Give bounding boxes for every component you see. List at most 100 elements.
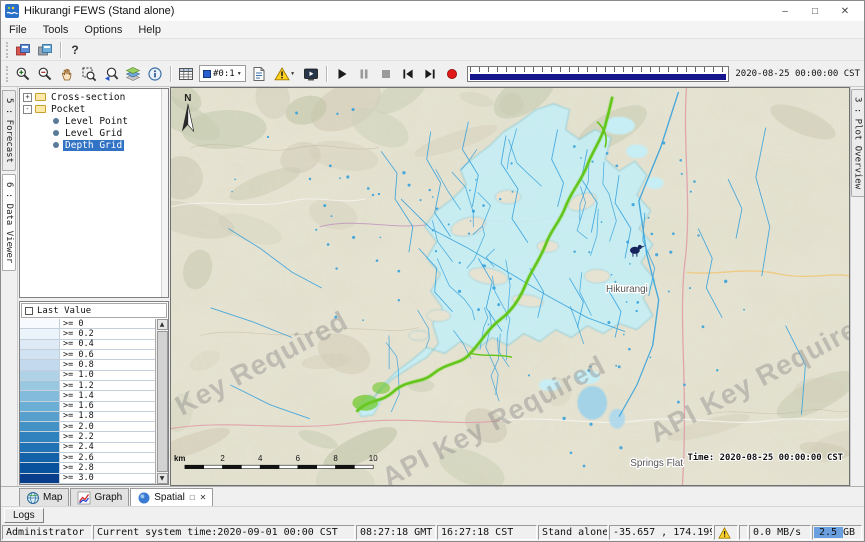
warning-dropdown[interactable]: ▼ [270, 64, 300, 84]
legend-label: >= 1.2 [60, 381, 155, 390]
skip-to-end-icon [422, 66, 438, 82]
close-icon[interactable]: ✕ [830, 1, 860, 21]
display-tabs-bar: Map Graph Spatial □ ✕ [1, 486, 864, 506]
info-button[interactable] [144, 64, 166, 84]
tab-spatial[interactable]: Spatial □ ✕ [130, 488, 213, 506]
legend-label: >= 1.0 [60, 371, 155, 380]
record-button[interactable] [441, 64, 463, 84]
zoom-in-button[interactable] [12, 64, 34, 84]
document-icon [251, 66, 267, 82]
skip-to-start-icon [400, 66, 416, 82]
legend-label: >= 0.6 [60, 350, 155, 359]
menu-help[interactable]: Help [130, 21, 169, 38]
explorer-red-icon [15, 43, 31, 57]
right-tab-strip: 3 : Plot Overview [850, 87, 864, 486]
scale-tick: 6 [296, 454, 301, 463]
legend-label: >= 0.4 [60, 340, 155, 349]
time-slider-ticks [470, 67, 727, 72]
globe-icon [26, 491, 40, 505]
tree-expander-icon[interactable]: - [23, 105, 32, 114]
chevron-down-icon: ▼ [237, 71, 242, 77]
chevron-down-icon: ▼ [290, 71, 295, 77]
step-start-button[interactable] [397, 64, 419, 84]
tree-item-cross-section[interactable]: +Cross-section [20, 91, 161, 103]
legend-swatch [20, 381, 60, 390]
tree-item-level-point[interactable]: Level Point [20, 115, 161, 127]
tab-map[interactable]: Map [19, 488, 69, 506]
stop-button[interactable] [375, 64, 397, 84]
last-value-checkbox[interactable] [25, 307, 33, 315]
tree-item-depth-grid[interactable]: Depth Grid [20, 139, 161, 151]
explorer-window-button[interactable] [12, 40, 34, 60]
status-mode: Stand alone [538, 525, 608, 540]
tree-scrollbar[interactable] [161, 89, 168, 297]
filter-tree-panel: +Cross-section-PocketLevel PointLevel Gr… [19, 88, 169, 298]
legend-scrollbar[interactable]: ▲ ▼ [155, 319, 168, 484]
pan-button[interactable] [56, 64, 78, 84]
sidebar-tab-data-viewer[interactable]: 6 : Data Viewer [2, 174, 16, 271]
threshold-value: #0:1 [213, 69, 235, 79]
minimize-icon[interactable]: – [770, 1, 800, 21]
sidebar-tab-forecast[interactable]: 5 : Forecast [2, 90, 16, 171]
grid-display-button[interactable] [175, 64, 197, 84]
maximize-icon[interactable]: □ [800, 1, 830, 21]
map-canvas[interactable]: API Key Required API Key Required API Ke… [171, 88, 849, 485]
menu-bar: FileToolsOptionsHelp [1, 21, 864, 39]
legend-label: >= 0 [60, 319, 155, 328]
map-time-label: Time: 2020-08-25 00:00:00 CST [687, 452, 843, 463]
tree-item-level-grid[interactable]: Level Grid [20, 127, 161, 139]
legend-swatch [20, 474, 60, 483]
zoom-out-icon [37, 66, 53, 82]
legend-label: >= 2.2 [60, 432, 155, 441]
logs-button[interactable]: Logs [4, 508, 44, 523]
scroll-thumb[interactable] [157, 331, 168, 472]
main-area: 5 : Forecast 6 : Data Viewer +Cross-sect… [1, 87, 864, 486]
play-button[interactable] [331, 64, 353, 84]
scale-tick: 2 [220, 454, 224, 463]
tab-graph[interactable]: Graph [70, 488, 129, 506]
data-viewer-panel: +Cross-section-PocketLevel PointLevel Gr… [18, 87, 170, 486]
warning-icon [274, 66, 290, 82]
toolbar-separator [170, 66, 171, 82]
menu-tools[interactable]: Tools [35, 21, 77, 38]
zoom-out-button[interactable] [34, 64, 56, 84]
status-warning[interactable] [714, 525, 738, 540]
legend-row: >= 1.0 [20, 371, 155, 381]
tab-close-icon[interactable]: ✕ [200, 493, 207, 502]
pause-icon [356, 66, 372, 82]
legend-swatch [20, 412, 60, 421]
tab-float-icon[interactable]: □ [190, 493, 195, 502]
threshold-dropdown[interactable]: #0:1 ▼ [199, 65, 246, 82]
database-window-button[interactable] [34, 40, 56, 60]
tree-expander-icon[interactable]: + [23, 93, 32, 102]
north-label: N [184, 93, 191, 104]
pause-button[interactable] [353, 64, 375, 84]
script-button[interactable] [248, 64, 270, 84]
legend-row: >= 3.0 [20, 474, 155, 484]
zoom-extent-button[interactable] [78, 64, 100, 84]
tree-item-label: Level Point [63, 116, 130, 127]
step-end-button[interactable] [419, 64, 441, 84]
legend-label: >= 0.2 [60, 329, 155, 338]
sidebar-tab-plot-overview[interactable]: 3 : Plot Overview [851, 89, 865, 197]
layers-button[interactable] [122, 64, 144, 84]
folder-icon [35, 105, 46, 113]
display-button[interactable] [300, 64, 322, 84]
legend-row: >= 1.2 [20, 381, 155, 391]
zoom-previous-button[interactable] [100, 64, 122, 84]
scale-unit: km [174, 454, 185, 463]
scale-tick: 10 [369, 454, 378, 463]
tree-item-pocket[interactable]: -Pocket [20, 103, 161, 115]
toolbar-separator [60, 42, 61, 58]
legend-row: >= 0.4 [20, 340, 155, 350]
map-view[interactable]: API Key Required API Key Required API Ke… [170, 87, 850, 486]
menu-file[interactable]: File [1, 21, 35, 38]
help-button[interactable]: ? [65, 40, 85, 60]
legend-row: >= 1.4 [20, 391, 155, 401]
time-slider-range[interactable] [470, 74, 727, 80]
menu-options[interactable]: Options [76, 21, 130, 38]
status-system-time: Current system time:2020-09-01 00:00 CST [93, 525, 355, 540]
scroll-up-icon[interactable]: ▲ [157, 319, 168, 330]
time-slider[interactable] [467, 66, 730, 82]
scroll-down-icon[interactable]: ▼ [157, 473, 168, 484]
